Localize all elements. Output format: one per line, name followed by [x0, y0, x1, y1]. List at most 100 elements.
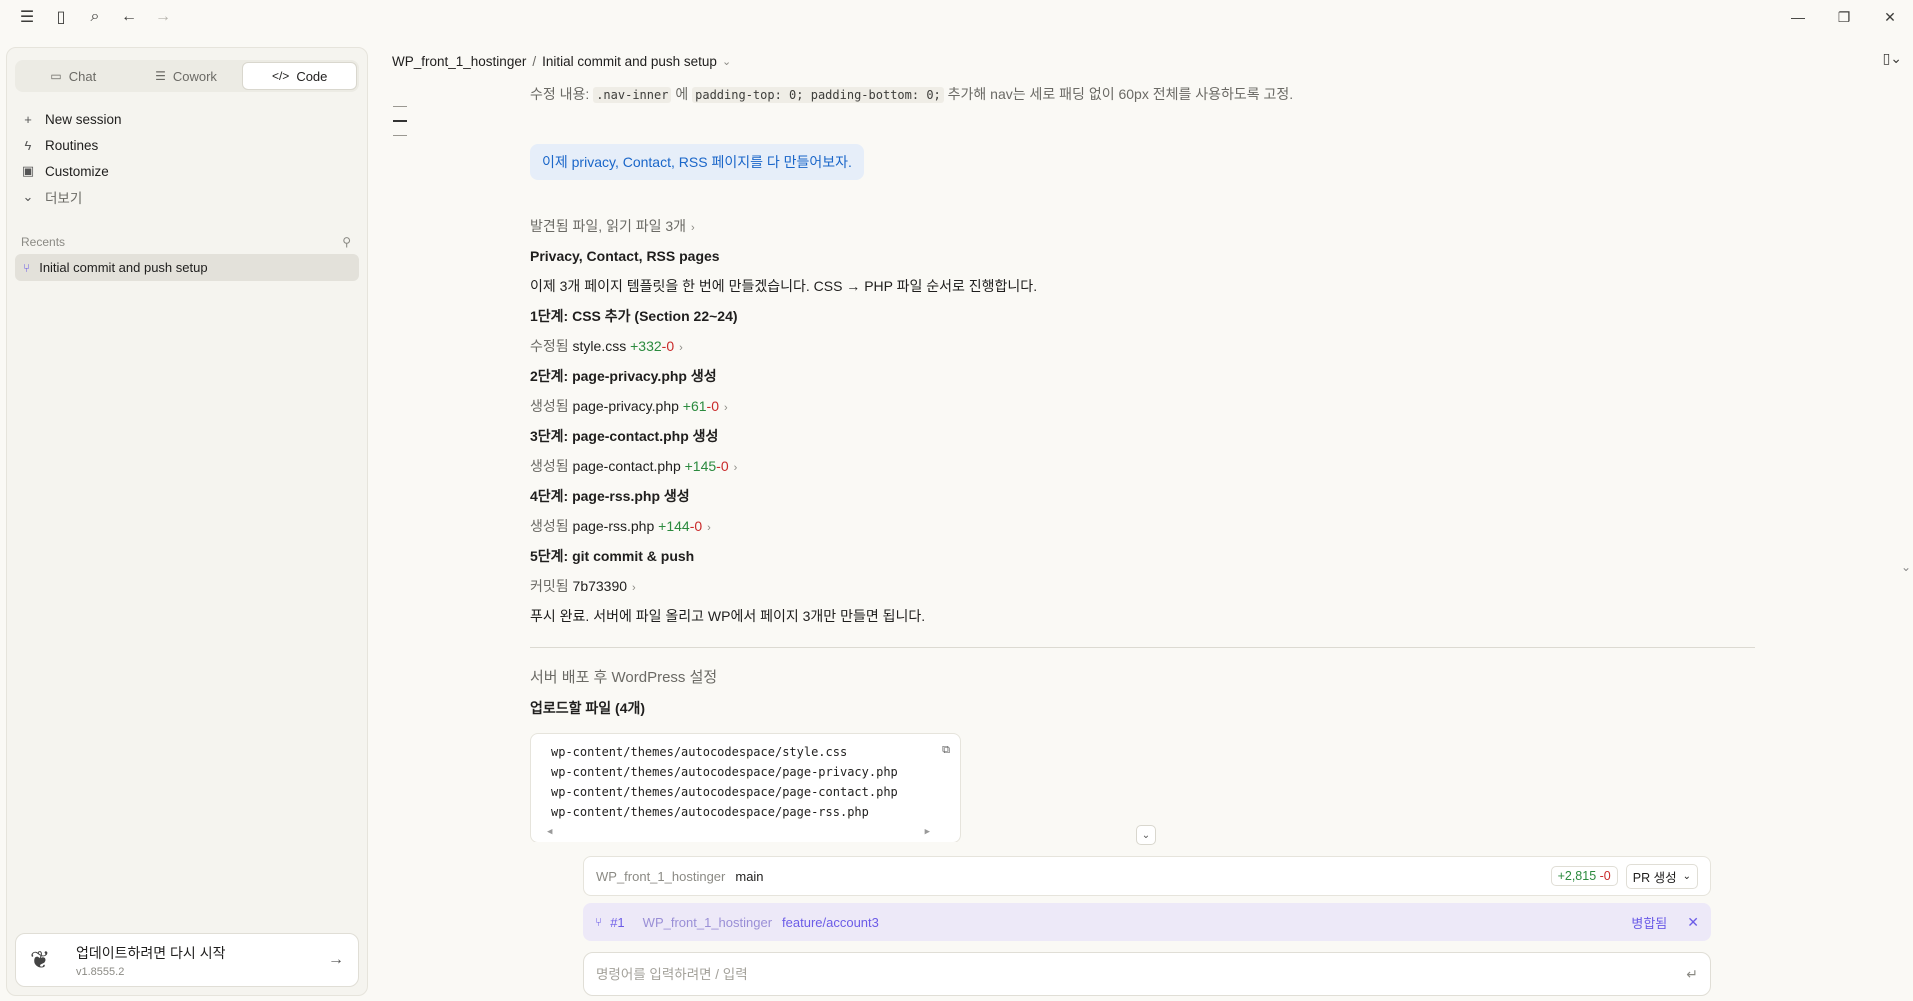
horizontal-scrollbar[interactable]: ◀ ▶ [547, 822, 930, 842]
update-version: v1.8555.2 [76, 965, 125, 978]
file-action: 생성됨 [530, 398, 569, 414]
title-bar: ☰ ▯ ⌕ ← → — ❐ ✕ [0, 0, 1913, 34]
filter-icon[interactable]: ⚲ [342, 235, 351, 249]
chevron-right-icon: › [679, 342, 683, 354]
branch-name[interactable]: main [735, 869, 763, 884]
file-name: page-privacy.php [572, 398, 679, 414]
plus-icon: + [24, 111, 32, 127]
chat-transcript: 수정 내용: .nav-inner 에 padding-top: 0; padd… [530, 82, 1755, 842]
nav-tick-active[interactable] [393, 120, 407, 122]
mode-tabs: ▭ Chat ☰ Cowork </> Code [15, 60, 359, 92]
file-change-row[interactable]: 생성됨 page-rss.php +144-0 › [530, 516, 711, 538]
chevron-right-icon: › [707, 522, 711, 534]
search-icon[interactable]: ⌕ [80, 2, 110, 32]
deploy-heading: 서버 배포 후 WordPress 설정 [530, 669, 718, 686]
file-name: page-rss.php [572, 518, 655, 534]
prompt-input-box: ↵ [583, 952, 1711, 996]
commit-hash: 7b73390 [572, 578, 628, 594]
arrow-right-icon[interactable]: → [328, 951, 344, 969]
copy-icon[interactable]: ⧉ [942, 740, 950, 760]
step-title: 2단계: page-privacy.php 생성 [530, 368, 717, 384]
hamburger-menu-icon[interactable]: ☰ [12, 2, 42, 32]
diff-plus: +332 [630, 338, 662, 354]
recents-header: Recents ⚲ [21, 232, 351, 252]
chevron-right-icon: › [724, 402, 728, 414]
close-window-button[interactable]: ✕ [1867, 0, 1913, 34]
nav-tick[interactable] [393, 106, 407, 107]
new-session-button[interactable]: + New session [21, 106, 351, 132]
pr-branch: feature/account3 [782, 914, 879, 930]
more-label: 더보기 [45, 191, 83, 206]
code-line: wp-content/themes/autocodespace/page-con… [551, 785, 898, 799]
chevron-right-icon: › [691, 222, 695, 234]
chevron-down-icon[interactable]: ⌄ [1683, 871, 1691, 882]
create-pr-button[interactable]: PR 생성 ⌄ [1625, 863, 1698, 889]
fix-note-suffix: 추가해 nav는 세로 패딩 없이 60px 전체를 사용하도록 고정. [943, 86, 1294, 102]
message-navigator[interactable] [393, 106, 407, 149]
customize-label: Customize [45, 163, 109, 179]
update-card[interactable]: ❦ 업데이트하려면 다시 시작 v1.8555.2 → [15, 933, 359, 987]
pr-status-badge: 병합됨 [1631, 915, 1668, 931]
diff-minus: -0 [661, 338, 675, 354]
sidebar: ▭ Chat ☰ Cowork </> Code + New session ϟ… [6, 47, 368, 996]
enter-icon[interactable]: ↵ [1686, 966, 1698, 983]
chevron-right-icon: › [632, 582, 636, 594]
briefcase-icon: ▣ [21, 163, 35, 178]
chevron-down-icon[interactable]: ⌄ [722, 55, 731, 68]
diff-plus: +145 [684, 458, 717, 474]
recent-session-item[interactable]: ⑂ Initial commit and push setup [15, 254, 359, 281]
recents-label: Recents [21, 235, 66, 249]
scroll-right-icon[interactable]: ▶ [925, 822, 930, 842]
customize-button[interactable]: ▣ Customize [21, 158, 351, 184]
tab-cowork[interactable]: ☰ Cowork [130, 62, 243, 90]
file-action: 생성됨 [530, 518, 569, 534]
forward-arrow-icon[interactable]: → [148, 2, 178, 32]
tab-chat[interactable]: ▭ Chat [17, 62, 130, 90]
file-action: 수정됨 [530, 338, 569, 354]
breadcrumb-project[interactable]: WP_front_1_hostinger [392, 54, 526, 69]
scroll-left-icon[interactable]: ◀ [547, 822, 552, 842]
repo-name[interactable]: WP_front_1_hostinger [596, 869, 725, 884]
sidebar-toggle-icon[interactable]: ▯ [46, 2, 76, 32]
tab-code[interactable]: </> Code [242, 62, 358, 90]
code-brackets-icon: </> [271, 69, 290, 83]
back-arrow-icon[interactable]: ← [114, 2, 144, 32]
file-change-row[interactable]: 생성됨 page-contact.php +145-0 › [530, 456, 737, 478]
chevron-down-icon: ⌄ [22, 189, 34, 204]
fix-note: 수정 내용: .nav-inner 에 padding-top: 0; padd… [530, 84, 1293, 105]
breadcrumb-separator: / [532, 53, 537, 69]
new-session-label: New session [45, 111, 122, 127]
diff-summary-badge[interactable]: +2,815 -0 [1550, 866, 1618, 886]
routines-button[interactable]: ϟ Routines [21, 132, 351, 158]
pr-number: #1 [610, 914, 625, 930]
diff-minus: -0 [706, 398, 719, 414]
code-block: ⧉ wp-content/themes/autocodespace/style.… [530, 733, 961, 842]
scrollbar-markers[interactable]: ⌄ [1901, 560, 1911, 574]
lightning-icon: ϟ [24, 137, 32, 153]
found-files-toggle[interactable]: 발견됨 파일, 읽기 파일 3개 › [530, 216, 695, 238]
leaf-logo-icon: ❦ [30, 946, 51, 974]
commit-row[interactable]: 커밋됨 7b73390 › [530, 576, 636, 598]
file-name: page-contact.php [572, 458, 681, 474]
file-action: 생성됨 [530, 458, 569, 474]
prompt-input[interactable] [596, 966, 1687, 982]
nav-tick[interactable] [393, 135, 407, 136]
chevron-right-icon: › [733, 462, 738, 474]
pull-request-bar[interactable]: ⑂ #1 WP_front_1_hostinger feature/accoun… [583, 903, 1711, 941]
code-line: wp-content/themes/autocodespace/page-pri… [551, 765, 898, 779]
minimize-button[interactable]: — [1775, 0, 1821, 34]
panel-toggle-icon[interactable]: ▯⌄ [1883, 50, 1902, 67]
close-icon[interactable]: ✕ [1687, 914, 1699, 931]
upload-heading: 업로드할 파일 (4개) [530, 700, 646, 716]
file-change-row[interactable]: 수정됨 style.css +332-0 › [530, 336, 683, 358]
pull-request-icon: ⑂ [595, 915, 603, 929]
restore-button[interactable]: ❐ [1821, 0, 1867, 34]
step-title: 4단계: page-rss.php 생성 [530, 488, 690, 504]
divider [530, 647, 1755, 648]
breadcrumb-session[interactable]: Initial commit and push setup [542, 54, 717, 69]
repo-status-bar: WP_front_1_hostinger main +2,815 -0 PR 생… [583, 856, 1711, 896]
scroll-to-bottom-button[interactable]: ⌄ [1136, 825, 1156, 845]
diff-minus: -0 [716, 458, 729, 474]
file-change-row[interactable]: 생성됨 page-privacy.php +61-0 › [530, 396, 728, 418]
more-button[interactable]: ⌄ 더보기 [21, 184, 351, 210]
